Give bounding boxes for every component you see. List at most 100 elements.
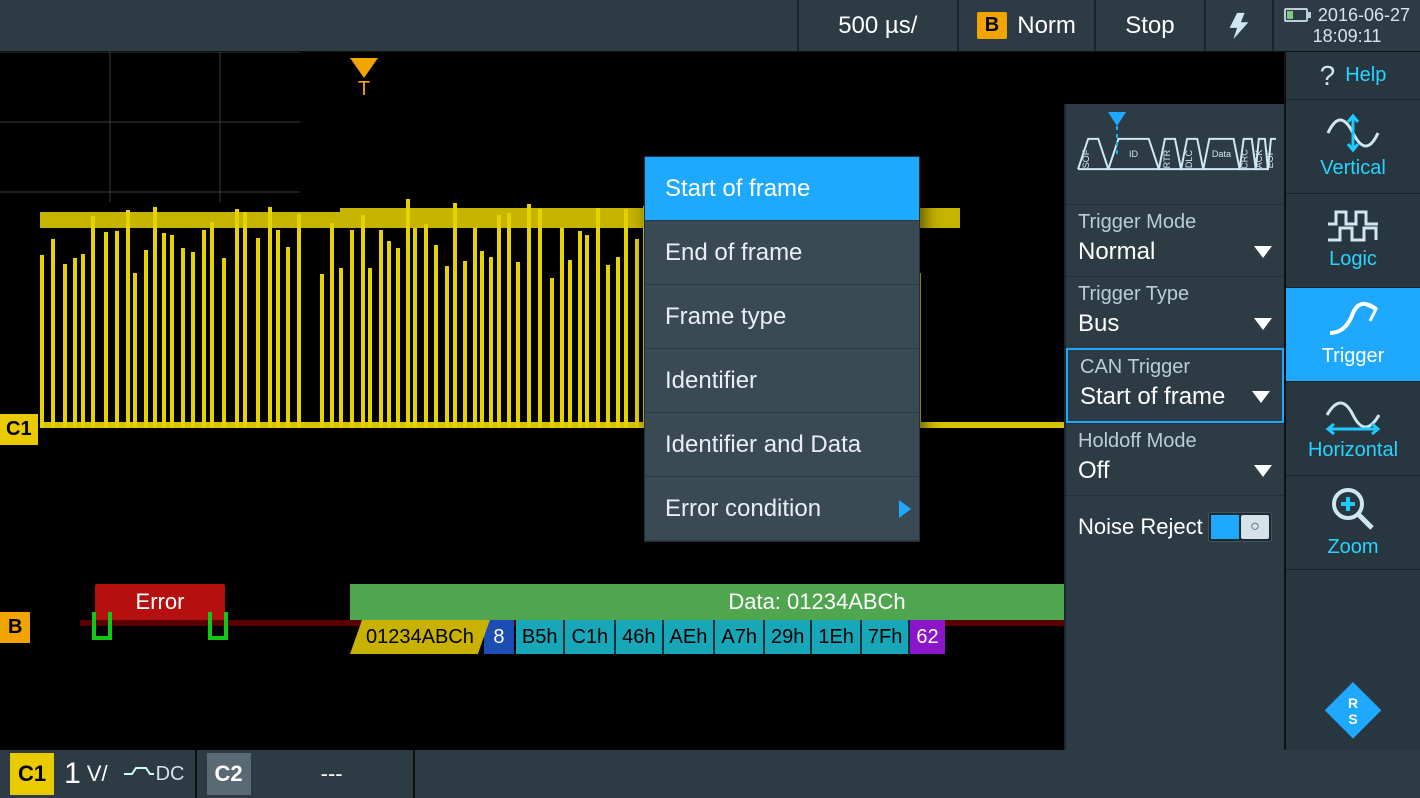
rs-logo-icon: R S (1323, 680, 1383, 740)
chevron-down-icon (1254, 246, 1272, 258)
brand-logo: R S (1286, 570, 1420, 750)
help-icon: ? (1320, 60, 1336, 92)
menu-item-error-condition[interactable]: Error condition (645, 477, 919, 541)
svg-text:CRC: CRC (1240, 149, 1250, 169)
svg-text:S: S (1348, 711, 1357, 727)
channel-coupling: DC (156, 763, 185, 786)
help-label: Help (1345, 64, 1386, 87)
svg-text:SOF: SOF (1081, 149, 1091, 168)
decode-byte: 46h (616, 620, 663, 654)
decode-byte: A7h (715, 620, 765, 654)
graticule (0, 52, 300, 202)
bus-b-handle[interactable]: B (0, 612, 30, 643)
svg-text:R: R (1348, 695, 1358, 711)
svg-text:EOF: EOF (1265, 149, 1275, 168)
clock: 2016-06-27 18:09:11 (1272, 0, 1420, 51)
svg-text:RTR: RTR (1162, 149, 1172, 168)
sidebar-item-logic[interactable]: Logic (1286, 194, 1420, 288)
field-holdoff-mode[interactable]: Holdoff Mode Off (1066, 423, 1284, 495)
svg-text:DLC: DLC (1184, 150, 1194, 169)
sidebar-item-horizontal[interactable]: Horizontal (1286, 382, 1420, 476)
zoom-icon (1330, 486, 1376, 532)
decode-identifier: 01234ABCh (350, 620, 490, 654)
channel-tag: C2 (207, 753, 251, 795)
channel-tag: C1 (10, 753, 54, 795)
decode-byte: AEh (664, 620, 716, 654)
field-trigger-mode[interactable]: Trigger Mode Normal (1066, 204, 1284, 276)
timebase-value: 500 µs/ (838, 12, 917, 40)
channel-bar: C1 1 V/ DC C2 --- (0, 750, 1420, 798)
trigger-t-label: T (350, 78, 378, 101)
trigger-mode-indicator[interactable]: B Norm (957, 0, 1094, 51)
can-trigger-value: Start of frame (1080, 383, 1225, 411)
trigger-mode-caption: Trigger Mode (1078, 211, 1272, 234)
norm-label: Norm (1017, 12, 1076, 40)
decode-error-badge: Error (95, 584, 225, 620)
trigger-settings-panel: SOF ID RTR DLC Data CRC ACK EOF Trigger … (1064, 104, 1284, 750)
sidebar-help[interactable]: ? Help (1286, 52, 1420, 100)
noise-reject-label: Noise Reject (1078, 514, 1203, 540)
sidebar-item-zoom[interactable]: Zoom (1286, 476, 1420, 570)
waveform-stage[interactable]: T C1 B [ [0,300,36],[320,600,40],[640,90… (0, 52, 1284, 750)
timebase-readout[interactable]: 500 µs/ (797, 0, 957, 51)
top-bar: 500 µs/ B Norm Stop 2016-06-27 18:09:11 (0, 0, 1420, 52)
channel-c2-button[interactable]: C2 --- (197, 750, 415, 798)
sidebar-item-vertical[interactable]: Vertical (1286, 100, 1420, 194)
holdoff-value: Off (1078, 457, 1110, 485)
sidebar-item-trigger[interactable]: Trigger (1286, 288, 1420, 382)
battery-icon (1284, 8, 1308, 22)
topbar-spacer (0, 0, 797, 51)
field-trigger-type[interactable]: Trigger Type Bus (1066, 276, 1284, 348)
trigger-mode-value: Normal (1078, 238, 1155, 266)
horizontal-icon (1323, 395, 1383, 435)
sidebar-item-label: Trigger (1322, 345, 1385, 368)
trigger-type-value: Bus (1078, 310, 1119, 338)
vertical-icon (1326, 113, 1380, 153)
time: 18:09:11 (1313, 26, 1382, 47)
noise-reject-row[interactable]: Noise Reject ○ (1066, 495, 1284, 558)
decode-byte: B5h (516, 620, 566, 654)
trigger-position-marker[interactable]: T (350, 58, 378, 101)
can-trigger-caption: CAN Trigger (1080, 356, 1270, 379)
decode-tail: 62 (910, 620, 944, 654)
run-state: Stop (1125, 12, 1174, 40)
menu-item-frame-type[interactable]: Frame type (645, 285, 919, 349)
run-stop-button[interactable]: Stop (1094, 0, 1204, 51)
frame-diagram-svg: SOF ID RTR DLC Data CRC ACK EOF (1074, 112, 1276, 196)
svg-text:ACK: ACK (1254, 150, 1264, 169)
sidebar-item-label: Vertical (1320, 157, 1386, 180)
menu-item-identifier[interactable]: Identifier (645, 349, 919, 413)
menu-item-end-of-frame[interactable]: End of frame (645, 221, 919, 285)
field-can-trigger[interactable]: CAN Trigger Start of frame (1066, 348, 1284, 423)
svg-text:Data: Data (1212, 149, 1232, 159)
decode-frame-bytes: 01234ABCh 8 B5hC1h46hAEhA7h29h1Eh7Fh 62 (350, 620, 945, 654)
menu-item-identifier-and-data[interactable]: Identifier and Data (645, 413, 919, 477)
channel-c2-value: --- (321, 761, 343, 787)
logic-icon (1326, 210, 1380, 244)
can-frame-diagram: SOF ID RTR DLC Data CRC ACK EOF (1066, 104, 1284, 204)
noise-reject-toggle[interactable]: ○ (1208, 512, 1272, 542)
trigger-type-caption: Trigger Type (1078, 283, 1272, 306)
quick-action-button[interactable] (1204, 0, 1272, 51)
bus-badge: B (977, 12, 1007, 39)
chevron-down-icon (1254, 465, 1272, 477)
date: 2016-06-27 (1318, 5, 1410, 26)
sidebar-item-label: Horizontal (1308, 439, 1398, 462)
channel-scale: 1 (64, 757, 81, 791)
trigger-icon (1326, 301, 1380, 341)
sidebar: ? Help Vertical Logic (1284, 52, 1420, 750)
autoset-icon (1224, 11, 1254, 41)
menu-item-start-of-frame[interactable]: Start of frame (645, 157, 919, 221)
decode-byte: 29h (765, 620, 812, 654)
decode-byte: 7Fh (862, 620, 910, 654)
holdoff-caption: Holdoff Mode (1078, 430, 1272, 453)
channel-unit: V/ (87, 761, 108, 787)
sidebar-item-label: Logic (1329, 248, 1377, 271)
decode-byte: 1Eh (812, 620, 862, 654)
channel-c1-handle[interactable]: C1 (0, 414, 38, 445)
trigger-level-marker[interactable] (1108, 112, 1126, 156)
svg-text:ID: ID (1129, 149, 1139, 159)
channel-c1-button[interactable]: C1 1 V/ DC (0, 750, 197, 798)
bottombar-blank (415, 750, 1420, 798)
decode-byte: C1h (565, 620, 616, 654)
